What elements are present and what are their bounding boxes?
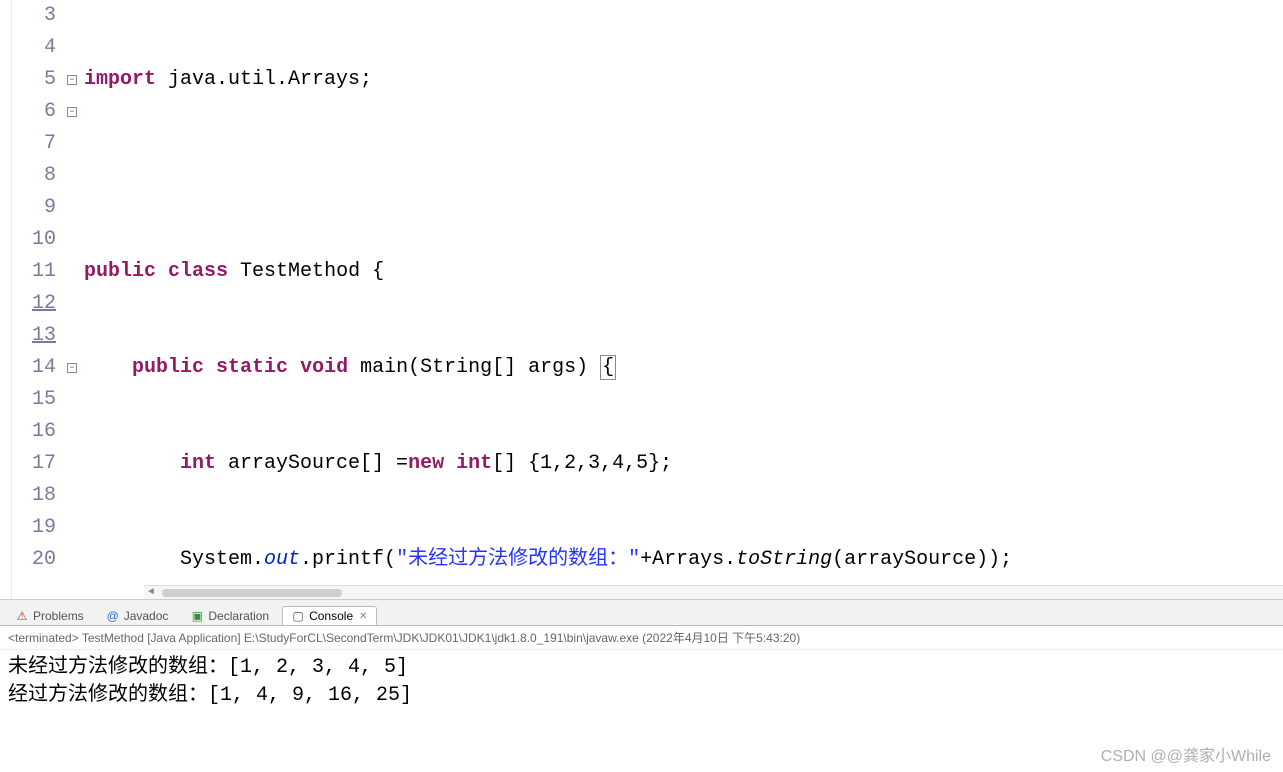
line-number: 13 [12, 320, 56, 352]
console-line: 经过方法修改的数组：[1, 4, 9, 16, 25] [8, 682, 1275, 710]
bottom-panel: ⚠ Problems @ Javadoc ▣ Declaration ▢ Con… [0, 600, 1283, 718]
line-number: 5 [12, 64, 56, 96]
horizontal-scrollbar[interactable]: ◄ [144, 585, 1283, 599]
code-line[interactable]: public class TestMethod { [80, 256, 1283, 288]
code-line[interactable]: import java.util.Arrays; [80, 64, 1283, 96]
code-editor[interactable]: import java.util.Arrays; public class Te… [80, 0, 1283, 599]
line-number: 9 [12, 192, 56, 224]
line-number: 20 [12, 544, 56, 576]
line-number: 19 [12, 512, 56, 544]
line-number: 11 [12, 256, 56, 288]
line-number: 10 [12, 224, 56, 256]
scrollbar-thumb[interactable] [162, 589, 342, 597]
line-number: 16 [12, 416, 56, 448]
code-line[interactable]: System.out.printf("未经过方法修改的数组："+Arrays.t… [80, 544, 1283, 576]
tab-label: Declaration [208, 609, 269, 623]
editor-area: 3 4 5 6 7 8 9 10 11 12 13 14 15 16 17 18… [0, 0, 1283, 600]
code-line[interactable] [80, 160, 1283, 192]
tab-label: Console [309, 609, 353, 623]
tab-label: Javadoc [124, 609, 169, 623]
line-number: 15 [12, 384, 56, 416]
line-number: 4 [12, 32, 56, 64]
left-margin [0, 0, 12, 599]
close-icon[interactable]: ✕ [359, 611, 367, 622]
declaration-icon: ▣ [190, 609, 204, 623]
code-line[interactable]: int arraySource[] =new int[] {1,2,3,4,5}… [80, 448, 1283, 480]
fold-column: − − − [64, 0, 80, 599]
line-number: 3 [12, 0, 56, 32]
watermark: CSDN @@龚家小While [1101, 742, 1271, 766]
javadoc-icon: @ [106, 609, 120, 623]
view-tabs: ⚠ Problems @ Javadoc ▣ Declaration ▢ Con… [0, 600, 1283, 626]
line-number: 17 [12, 448, 56, 480]
line-number-gutter: 3 4 5 6 7 8 9 10 11 12 13 14 15 16 17 18… [12, 0, 64, 599]
tab-console[interactable]: ▢ Console ✕ [282, 606, 376, 625]
line-number: 6 [12, 96, 56, 128]
code-line[interactable]: public static void main(String[] args) { [80, 352, 1283, 384]
problems-icon: ⚠ [15, 609, 29, 623]
fold-toggle-icon[interactable]: − [67, 363, 77, 373]
line-number: 7 [12, 128, 56, 160]
fold-toggle-icon[interactable]: − [67, 75, 77, 85]
console-icon: ▢ [291, 609, 305, 623]
console-line: 未经过方法修改的数组：[1, 2, 3, 4, 5] [8, 654, 1275, 682]
line-number: 18 [12, 480, 56, 512]
line-number: 8 [12, 160, 56, 192]
tab-javadoc[interactable]: @ Javadoc [97, 606, 178, 625]
line-number: 12 [12, 288, 56, 320]
scroll-left-icon[interactable]: ◄ [144, 577, 158, 600]
console-status-line: <terminated> TestMethod [Java Applicatio… [0, 626, 1283, 650]
tab-problems[interactable]: ⚠ Problems [6, 606, 93, 625]
tab-label: Problems [33, 609, 84, 623]
line-number: 14 [12, 352, 56, 384]
console-output[interactable]: 未经过方法修改的数组：[1, 2, 3, 4, 5] 经过方法修改的数组：[1,… [0, 650, 1283, 718]
fold-toggle-icon[interactable]: − [67, 107, 77, 117]
matching-brace-icon: { [600, 355, 616, 380]
tab-declaration[interactable]: ▣ Declaration [181, 606, 278, 625]
